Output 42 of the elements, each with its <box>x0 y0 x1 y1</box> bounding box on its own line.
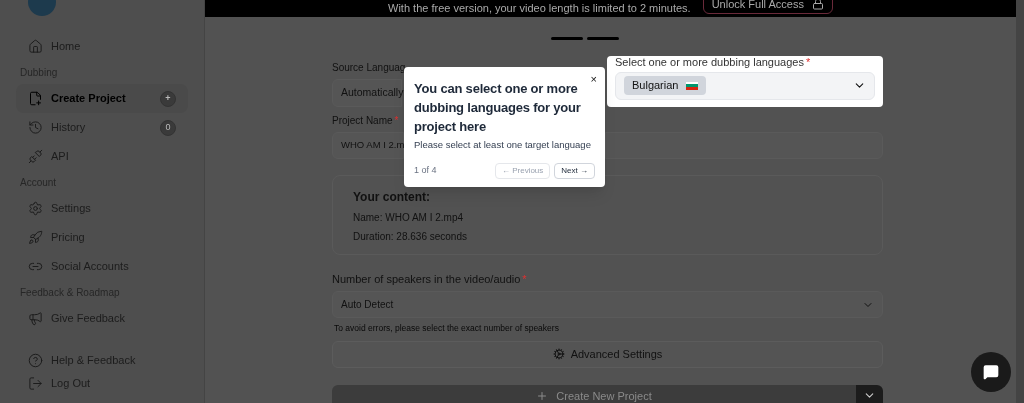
step-counter: 1 of 4 <box>414 164 438 178</box>
banner-text: With the free version, your video length is limited to 2 minutes. <box>388 1 691 16</box>
card-title: Your content: <box>353 188 432 206</box>
required-mark: * <box>805 55 811 68</box>
plug-icon <box>28 149 43 164</box>
target-languages-select[interactable]: Bulgarian <box>615 71 875 100</box>
close-button[interactable]: × <box>590 71 597 88</box>
settings-icon <box>28 201 43 216</box>
field-label: Number of speakers in the video/audio * <box>332 271 527 287</box>
tour-title: You can select one or more dubbing languages for your project here <box>414 80 582 136</box>
language-chip[interactable]: Bulgarian <box>624 76 707 95</box>
help-icon <box>28 353 43 368</box>
create-project-button[interactable]: Create New Project <box>332 384 856 403</box>
field-label: Project Name * <box>332 113 399 128</box>
required-mark: * <box>394 114 399 126</box>
sidebar-item[interactable]: Create Project + <box>16 84 188 113</box>
plus-icon <box>536 389 549 402</box>
gear-icon <box>552 348 565 361</box>
tour-description: Please select at least one target language <box>414 138 592 152</box>
speakers-select[interactable]: Auto Detect <box>332 291 883 318</box>
field-label: Select one or more dubbing languages * <box>615 55 812 68</box>
logout-icon <box>28 376 43 391</box>
rocket-icon <box>28 230 43 245</box>
project-name-field[interactable]: WHO AM I 2.m <box>332 131 404 159</box>
chat-button[interactable] <box>971 352 1011 392</box>
lock-icon <box>811 0 824 11</box>
home-icon <box>28 39 43 54</box>
field-label: Source Languag <box>332 60 407 75</box>
megaphone-icon <box>28 311 43 326</box>
item-badge: + <box>160 90 176 107</box>
next-button[interactable]: Next → <box>554 163 595 179</box>
history-icon <box>28 120 43 135</box>
chat-icon <box>983 364 999 380</box>
hint-text: To avoid errors, please select the exact number of speakers <box>334 322 559 335</box>
source-language-select[interactable]: Automatically <box>332 78 402 107</box>
unlock-button[interactable]: Unlock Full Access <box>702 0 833 15</box>
flag-icon <box>686 81 699 90</box>
file-plus-icon <box>28 91 43 106</box>
required-mark: * <box>522 272 527 285</box>
advanced-settings-button[interactable]: Advanced Settings <box>332 340 883 368</box>
content-detail: Duration: 28.636 seconds <box>353 229 468 244</box>
item-badge: 0 <box>160 119 176 136</box>
